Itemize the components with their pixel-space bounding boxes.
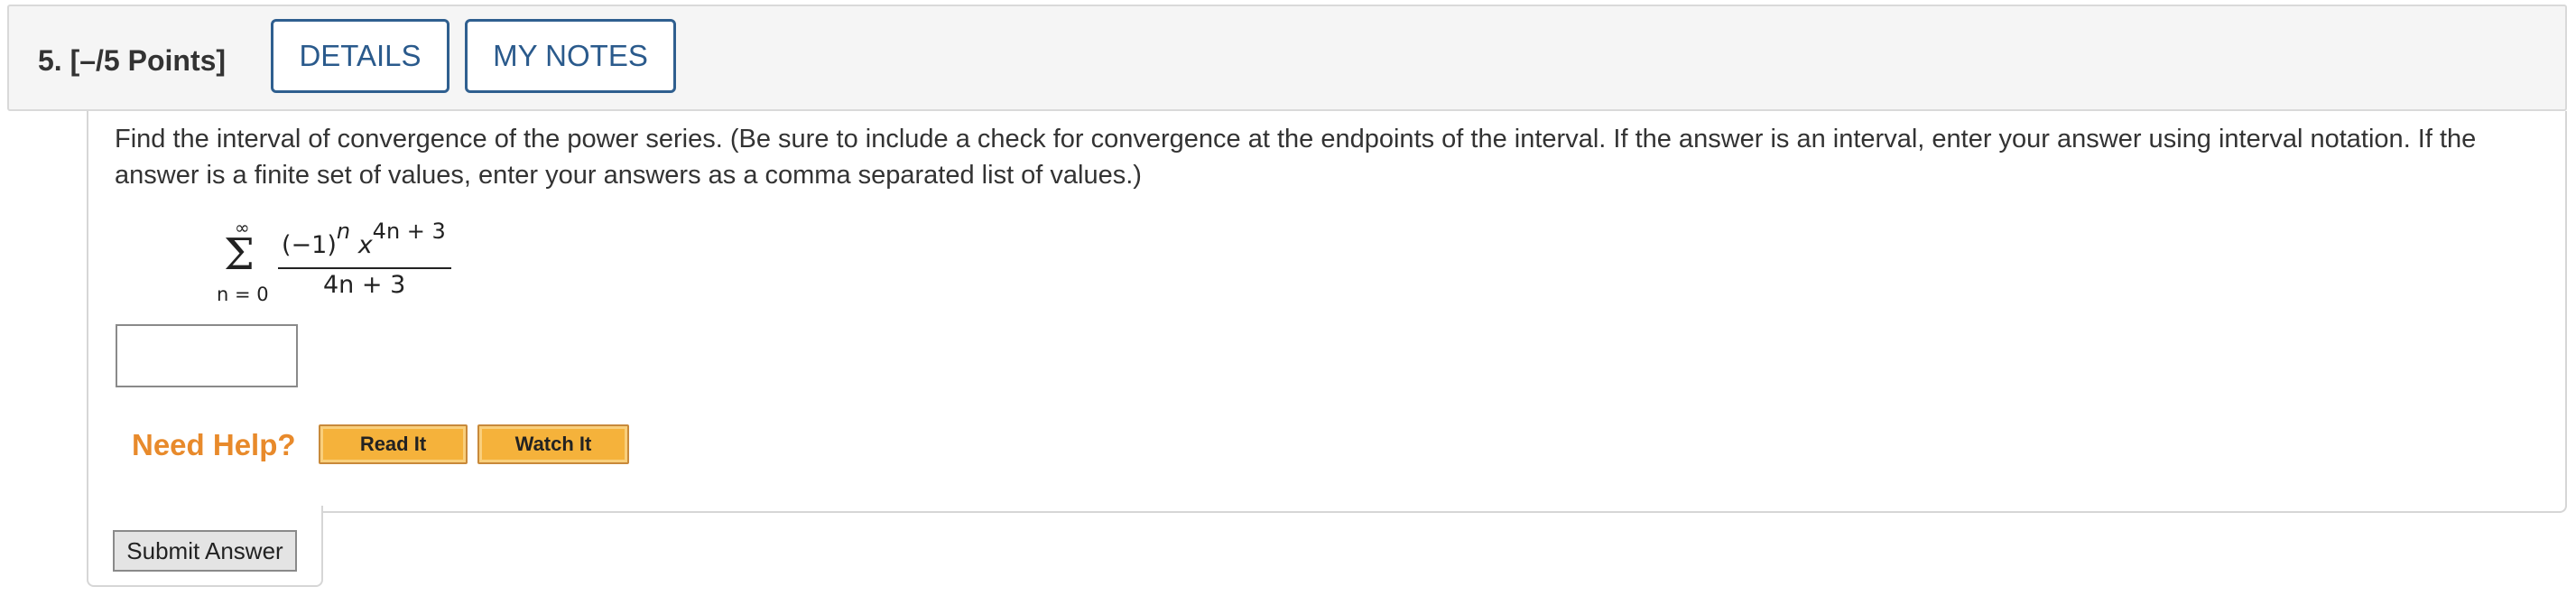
question-number: 5. [–/5 Points]: [38, 44, 226, 78]
power-series-formula: ∞ Σ n = 0 (−1)n x4n + 3 4n + 3: [208, 217, 478, 314]
question-number-label: 5.: [38, 44, 62, 77]
watch-it-button[interactable]: Watch It: [477, 424, 629, 464]
question-points: [–/5 Points]: [69, 44, 227, 77]
sum-lower-limit: n = 0: [217, 284, 269, 305]
numerator-x-exponent: 4n + 3: [372, 219, 446, 244]
question-prompt: Find the interval of convergence of the …: [115, 125, 2477, 190]
need-help-label: Need Help?: [132, 428, 296, 461]
fraction-bar: [278, 267, 451, 269]
details-button[interactable]: DETAILS: [271, 19, 449, 93]
series-numerator: (−1)n x4n + 3: [282, 219, 446, 259]
read-it-button[interactable]: Read It: [319, 424, 468, 464]
numerator-n-exponent: n: [336, 219, 351, 244]
summation-symbol: Σ: [224, 229, 255, 280]
submit-answer-button[interactable]: Submit Answer: [113, 530, 297, 572]
answer-input[interactable]: [116, 324, 298, 387]
numerator-x: x: [357, 231, 373, 259]
series-denominator: 4n + 3: [323, 271, 406, 299]
numerator-base: (−1): [282, 231, 337, 259]
my-notes-button[interactable]: MY NOTES: [465, 19, 676, 93]
